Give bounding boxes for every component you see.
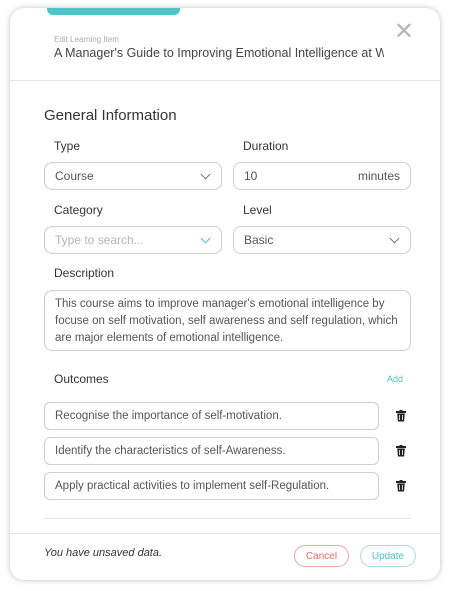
header-divider: [10, 80, 440, 81]
content-divider: [44, 518, 411, 519]
edit-learning-item-modal: ✕ Edit Learning Item A Manager's Guide t…: [10, 8, 440, 580]
outcome-input-3[interactable]: Apply practical activities to implement …: [44, 472, 379, 500]
chevron-down-icon: [200, 169, 211, 179]
type-value: Course: [55, 169, 94, 183]
trash-icon[interactable]: [396, 410, 406, 422]
level-label: Level: [243, 203, 272, 217]
outcome-input-2[interactable]: Identify the characteristics of self-Awa…: [44, 437, 379, 465]
category-placeholder: Type to search...: [55, 233, 144, 247]
trash-icon[interactable]: [396, 445, 406, 457]
section-title: General Information: [44, 107, 177, 124]
level-value: Basic: [244, 233, 274, 247]
chevron-down-icon: [200, 233, 211, 243]
outcomes-label: Outcomes: [54, 372, 109, 386]
category-label: Category: [54, 203, 103, 217]
category-search-input[interactable]: Type to search...: [44, 226, 222, 254]
add-outcome-link[interactable]: Add: [387, 374, 403, 384]
duration-unit: minutes: [357, 169, 400, 183]
outcome-text: Identify the characteristics of self-Awa…: [55, 445, 286, 457]
description-label: Description: [54, 266, 115, 280]
chevron-down-icon: [389, 233, 400, 243]
type-select[interactable]: Course: [44, 162, 222, 190]
level-select[interactable]: Basic: [233, 226, 411, 254]
modal-title: A Manager's Guide to Improving Emotional…: [54, 46, 384, 60]
outcome-input-1[interactable]: Recognise the importance of self-motivat…: [44, 402, 379, 430]
unsaved-data-notice: You have unsaved data.: [44, 547, 163, 559]
footer-divider: [10, 533, 440, 534]
modal-caption: Edit Learning Item: [54, 35, 119, 44]
type-label: Type: [54, 139, 81, 153]
duration-value: 10: [244, 169, 258, 183]
top-accent-bar: [47, 8, 180, 15]
outcome-text: Recognise the importance of self-motivat…: [55, 410, 282, 422]
update-button[interactable]: Update: [360, 545, 416, 567]
description-textarea[interactable]: This course aims to improve manager's em…: [44, 290, 411, 351]
outcome-text: Apply practical activities to implement …: [55, 480, 330, 492]
trash-icon[interactable]: [396, 480, 406, 492]
cancel-button[interactable]: Cancel: [294, 545, 349, 567]
duration-label: Duration: [243, 139, 289, 153]
close-icon[interactable]: ✕: [394, 20, 414, 44]
duration-input[interactable]: 10 minutes: [233, 162, 411, 190]
